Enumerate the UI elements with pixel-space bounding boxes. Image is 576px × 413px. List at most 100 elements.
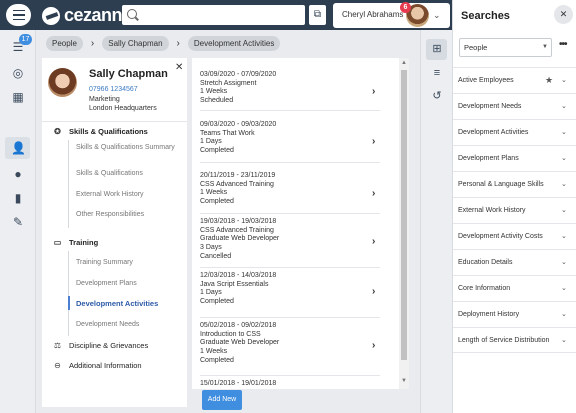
chevron-down-icon[interactable]: ⌄ <box>561 76 567 84</box>
search-input[interactable] <box>122 5 305 25</box>
search-item[interactable]: Development Plans ⌄ <box>453 145 576 171</box>
menu-development-needs[interactable]: Development Needs <box>76 320 139 330</box>
history-icon[interactable]: ↺ <box>429 88 445 104</box>
search-item[interactable]: Core Information ⌄ <box>453 275 576 301</box>
target-icon[interactable]: ◎ <box>11 66 25 80</box>
activity-duration: 1 Weeks <box>200 348 228 356</box>
menu-skills-qualifications[interactable]: Skills & Qualifications <box>76 169 143 179</box>
menu-development-activities[interactable]: Development Activities <box>76 299 158 308</box>
activity-dates: 20/11/2019 - 23/11/2019 <box>200 172 276 179</box>
chevron-down-icon[interactable]: ⌄ <box>561 336 567 344</box>
chevron-down-icon[interactable]: ⌄ <box>561 232 567 240</box>
activity-dates: 19/03/2018 - 19/03/2018 <box>200 218 277 225</box>
right-toolbar: ⊞ ≡ ↺ <box>420 30 452 413</box>
search-item[interactable]: Development Activity Costs ⌄ <box>453 223 576 249</box>
scroll-down-icon[interactable]: ▼ <box>401 378 407 384</box>
calendar-icon[interactable]: ▦ <box>11 90 25 104</box>
scrollbar[interactable]: ▲ ▼ <box>399 58 409 389</box>
chevron-down-icon[interactable]: ⌄ <box>561 180 567 188</box>
search-item-label: Deployment History <box>458 311 520 318</box>
list-item[interactable]: 20/11/2019 - 23/11/2019 CSS Advanced Tra… <box>200 170 380 214</box>
search-item[interactable]: Length of Service Distribution ⌄ <box>453 327 576 353</box>
star-icon[interactable]: ★ <box>545 75 553 86</box>
activity-title: CSS Advanced Training <box>200 180 274 188</box>
book-icon: ▭ <box>53 238 62 247</box>
scrollbar-thumb[interactable] <box>401 70 407 360</box>
chevron-right-icon: › <box>372 286 376 297</box>
menu-training-summary[interactable]: Training Summary <box>76 258 133 268</box>
menu-development-plans[interactable]: Development Plans <box>76 279 137 289</box>
section-additional[interactable]: ⊖ Additional Information <box>53 361 142 370</box>
divider <box>68 140 69 228</box>
open-external-button[interactable]: ⧉ <box>309 5 326 25</box>
list-item[interactable]: 12/03/2018 - 14/03/2018 Java Script Esse… <box>200 268 380 318</box>
chevron-down-icon[interactable]: ⌄ <box>561 154 567 162</box>
search-item-label: Development Activity Costs <box>458 233 543 240</box>
search-scope-select[interactable]: People ▼ <box>459 38 552 57</box>
breadcrumb-people[interactable]: People <box>46 35 83 51</box>
panel-title: Searches <box>461 10 510 22</box>
close-panel-button[interactable]: ✕ <box>554 5 573 24</box>
section-discipline[interactable]: ⚖ Discipline & Grievances <box>53 341 148 350</box>
app-logo[interactable]: cezanne <box>42 5 132 26</box>
activity-status: Scheduled <box>200 97 234 105</box>
active-indicator <box>68 296 70 310</box>
menu-external-work-history[interactable]: External Work History <box>76 190 144 200</box>
search-item-label: Development Activities <box>458 129 529 136</box>
chevron-down-icon[interactable]: ⌄ <box>561 284 567 292</box>
search-item-label: External Work History <box>458 207 526 214</box>
list-item[interactable]: 09/03/2020 - 09/03/2020 Teams That Work … <box>200 118 380 163</box>
chevron-down-icon[interactable]: ⌄ <box>561 258 567 266</box>
chevron-down-icon[interactable]: ⌄ <box>561 102 567 110</box>
tasks-badge: 17 <box>19 34 32 45</box>
list-item[interactable]: 19/03/2018 - 19/03/2018 CSS Advanced Tra… <box>200 214 380 268</box>
chevron-down-icon[interactable]: ⌄ <box>561 310 567 318</box>
chat-icon[interactable]: ● <box>11 167 25 181</box>
section-additional-label: Additional Information <box>69 361 142 370</box>
chevron-right-icon: › <box>372 188 376 199</box>
menu-skills-summary[interactable]: Skills & Qualifications Summary <box>76 143 176 153</box>
section-discipline-label: Discipline & Grievances <box>69 341 149 350</box>
search-item-label: Length of Service Distribution <box>458 337 550 344</box>
activity-status: Completed <box>200 198 234 206</box>
chevron-down-icon: ⌄ <box>433 10 441 20</box>
section-skills[interactable]: ✪ Skills & Qualifications <box>53 127 148 136</box>
search-item[interactable]: Education Details ⌄ <box>453 249 576 275</box>
list-item[interactable]: 15/01/2018 - 19/01/2018 <box>200 376 380 389</box>
list-item[interactable]: 05/02/2018 - 09/02/2018 Introduction to … <box>200 318 380 376</box>
close-icon[interactable]: ✕ <box>175 62 183 73</box>
menu-button[interactable] <box>6 4 31 26</box>
chevron-down-icon[interactable]: ⌄ <box>561 206 567 214</box>
profile-phone[interactable]: 07966 1234567 <box>89 86 138 93</box>
search-item[interactable]: Development Activities ⌄ <box>453 119 576 145</box>
more-options-icon[interactable]: ••• <box>559 39 567 50</box>
search-item[interactable]: External Work History ⌄ <box>453 197 576 223</box>
activity-title: Teams That Work <box>200 129 255 137</box>
search-item[interactable]: Development Needs ⌄ <box>453 93 576 119</box>
award-icon: ✪ <box>54 127 61 136</box>
breadcrumb-person[interactable]: Sally Chapman <box>102 35 169 51</box>
activity-dates: 05/02/2018 - 09/02/2018 <box>200 322 277 329</box>
user-name: Cheryl Abrahams <box>342 10 404 19</box>
reports-icon[interactable]: ▮ <box>11 191 25 205</box>
list-icon[interactable]: ≡ <box>429 65 445 81</box>
chevron-down-icon[interactable]: ⌄ <box>561 128 567 136</box>
people-icon[interactable]: 👤 <box>11 141 26 155</box>
notification-badge[interactable]: 6 <box>400 2 411 13</box>
chevron-right-icon: › <box>372 340 376 351</box>
profile-location: London Headquarters <box>89 105 157 112</box>
user-menu[interactable]: Cheryl Abrahams 6 ⌄ <box>333 2 450 28</box>
menu-other-responsibilities[interactable]: Other Responsibilities <box>76 210 144 220</box>
section-training[interactable]: ▭ Training <box>53 238 98 247</box>
caret-down-icon: ▼ <box>542 44 548 50</box>
activity-duration: 1 Days <box>200 289 222 297</box>
tools-icon[interactable]: ✎ <box>11 215 25 229</box>
search-item[interactable]: Personal & Language Skills ⌄ <box>453 171 576 197</box>
search-item-active-employees[interactable]: Active Employees ★ ⌄ <box>453 67 576 93</box>
add-new-button[interactable]: Add New <box>202 390 242 410</box>
scroll-up-icon[interactable]: ▲ <box>401 60 407 66</box>
saved-search-icon[interactable]: ⊞ <box>429 41 445 57</box>
search-item[interactable]: Deployment History ⌄ <box>453 301 576 327</box>
search-item-label: Development Needs <box>458 103 522 110</box>
list-item[interactable]: 03/09/2020 - 07/09/2020 Stretch Assigmen… <box>200 71 380 111</box>
